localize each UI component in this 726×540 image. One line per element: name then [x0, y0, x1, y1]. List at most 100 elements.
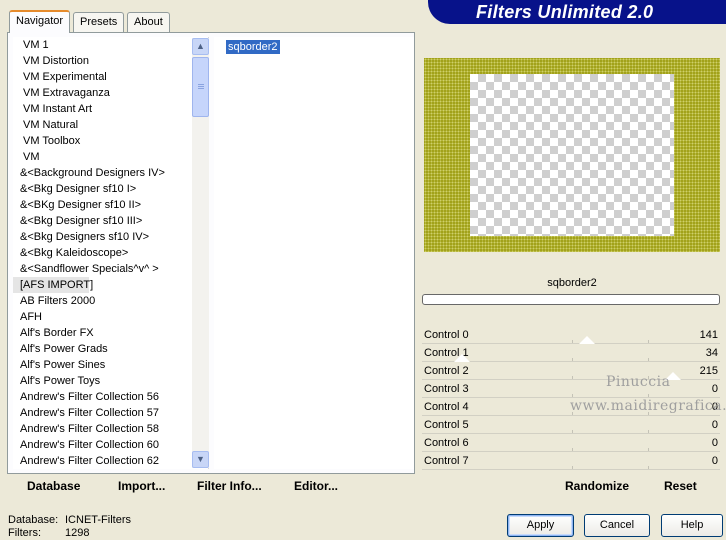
- tab-about[interactable]: About: [127, 12, 170, 32]
- slider-tick: [572, 448, 573, 451]
- slider-thumb[interactable]: [454, 354, 470, 362]
- reset-button[interactable]: Reset: [664, 479, 697, 493]
- randomize-button[interactable]: Randomize: [565, 479, 629, 493]
- chevron-up-icon: ▲: [196, 41, 205, 51]
- transparent-area: [470, 74, 674, 236]
- slider-tick: [572, 466, 573, 469]
- control-label: Control 0: [424, 329, 469, 341]
- control-label: Control 7: [424, 455, 469, 467]
- cancel-button[interactable]: Cancel: [584, 514, 650, 537]
- category-item[interactable]: Alf's Power Grads: [13, 341, 208, 357]
- import-button[interactable]: Import...: [118, 479, 165, 493]
- control-slider-row[interactable]: Control 3 0: [422, 380, 720, 398]
- category-item[interactable]: VM 1: [13, 37, 208, 53]
- tab-presets[interactable]: Presets: [73, 12, 125, 32]
- slider-tick: [648, 394, 649, 397]
- slider-thumb[interactable]: [579, 336, 595, 344]
- control-slider-row[interactable]: Control 0 141: [422, 326, 720, 344]
- chevron-down-icon: ▼: [196, 454, 205, 464]
- category-item[interactable]: &<Bkg Kaleidoscope>: [13, 245, 208, 261]
- category-item[interactable]: &<Background Designers IV>: [13, 165, 208, 181]
- control-label: Control 6: [424, 437, 469, 449]
- slider-tick: [572, 394, 573, 397]
- control-slider-row[interactable]: Control 2 215: [422, 362, 720, 380]
- category-item[interactable]: Andrew's Filter Collection 62: [13, 453, 208, 469]
- scroll-up-button[interactable]: ▲: [192, 38, 209, 55]
- slider-tick: [572, 358, 573, 361]
- app-title-banner: Filters Unlimited 2.0: [428, 0, 726, 24]
- tab-navigator[interactable]: Navigator: [9, 10, 71, 33]
- control-value: 215: [699, 365, 718, 377]
- control-label: Control 2: [424, 365, 469, 377]
- control-value: 141: [699, 329, 718, 341]
- control-slider-row[interactable]: Control 1 34: [422, 344, 720, 362]
- progress-bar: [422, 294, 720, 305]
- control-label: Control 3: [424, 383, 469, 395]
- control-value: 34: [705, 347, 718, 359]
- category-item[interactable]: &<Bkg Designer sf10 I>: [13, 181, 208, 197]
- database-label: Database:: [8, 514, 59, 526]
- category-item[interactable]: Andrew's Filter Collection 60: [13, 437, 208, 453]
- category-item[interactable]: VM Natural: [13, 117, 208, 133]
- category-item[interactable]: VM Instant Art: [13, 101, 208, 117]
- grip-line: [198, 88, 204, 89]
- slider-track: [422, 469, 720, 470]
- category-item[interactable]: Alf's Power Sines: [13, 357, 208, 373]
- filter-item-selected[interactable]: sqborder2: [226, 40, 280, 54]
- preview-image: [424, 58, 720, 252]
- slider-tick: [572, 340, 573, 343]
- grip-line: [198, 86, 204, 87]
- filter-list[interactable]: sqborder2: [214, 37, 414, 469]
- slider-tick: [572, 430, 573, 433]
- control-slider-row[interactable]: Control 6 0: [422, 434, 720, 452]
- category-item[interactable]: VM Experimental: [13, 69, 208, 85]
- database-value: ICNET-Filters: [65, 514, 131, 526]
- category-item[interactable]: VM Toolbox: [13, 133, 208, 149]
- control-label: Control 5: [424, 419, 469, 431]
- slider-tick: [648, 358, 649, 361]
- help-button[interactable]: Help: [661, 514, 723, 537]
- category-item[interactable]: Andrew's Filter Collection 58: [13, 421, 208, 437]
- control-slider-row[interactable]: Control 5 0: [422, 416, 720, 434]
- grip-line: [198, 84, 204, 85]
- category-item[interactable]: Alf's Border FX: [13, 325, 208, 341]
- apply-button[interactable]: Apply: [507, 514, 574, 537]
- control-value: 0: [711, 383, 718, 395]
- category-item[interactable]: &<Sandflower Specials^v^ >: [13, 261, 208, 277]
- control-value: 0: [711, 437, 718, 449]
- slider-tick: [648, 466, 649, 469]
- slider-tick: [648, 340, 649, 343]
- category-item[interactable]: &<BKg Designer sf10 II>: [13, 197, 208, 213]
- database-button[interactable]: Database: [27, 479, 80, 493]
- category-item[interactable]: &<Bkg Designer sf10 III>: [13, 213, 208, 229]
- category-item[interactable]: Andrew's Filter Collection 57: [13, 405, 208, 421]
- category-item[interactable]: Alf's Power Toys: [13, 373, 208, 389]
- app-title: Filters Unlimited 2.0: [476, 2, 654, 22]
- slider-tick: [572, 376, 573, 379]
- category-scrollbar[interactable]: ▲ ▼: [192, 38, 209, 468]
- editor-button[interactable]: Editor...: [294, 479, 338, 493]
- navigator-toolbar: Database Import... Filter Info... Editor…: [7, 474, 415, 498]
- control-label: Control 4: [424, 401, 469, 413]
- slider-tick: [648, 430, 649, 433]
- category-item[interactable]: AB Filters 2000: [13, 293, 208, 309]
- category-list[interactable]: VM 1 VM Distortion VM Experimental VM Extra…: [13, 37, 209, 469]
- category-item[interactable]: Andrew's Filter Collection 56: [13, 389, 208, 405]
- filters-value: 1298: [65, 527, 90, 539]
- control-value: 0: [711, 419, 718, 431]
- category-item[interactable]: AFH: [13, 309, 208, 325]
- category-item[interactable]: VM Extravaganza: [13, 85, 208, 101]
- watermark-line1: Pinuccia: [606, 374, 671, 390]
- watermark-line2: www.maidiregrafica.eu: [570, 398, 726, 414]
- category-item[interactable]: &<Bkg Designers sf10 IV>: [13, 229, 208, 245]
- control-slider-row[interactable]: Control 7 0: [422, 452, 720, 470]
- preview-filter-name: sqborder2: [547, 277, 597, 289]
- scroll-thumb[interactable]: [192, 57, 209, 117]
- category-item[interactable]: [AFS IMPORT]: [13, 277, 93, 293]
- category-item[interactable]: VM: [13, 149, 208, 165]
- control-value: 0: [711, 455, 718, 467]
- category-item[interactable]: VM Distortion: [13, 53, 208, 69]
- filter-info-button[interactable]: Filter Info...: [197, 479, 262, 493]
- slider-tick: [648, 448, 649, 451]
- scroll-down-button[interactable]: ▼: [192, 451, 209, 468]
